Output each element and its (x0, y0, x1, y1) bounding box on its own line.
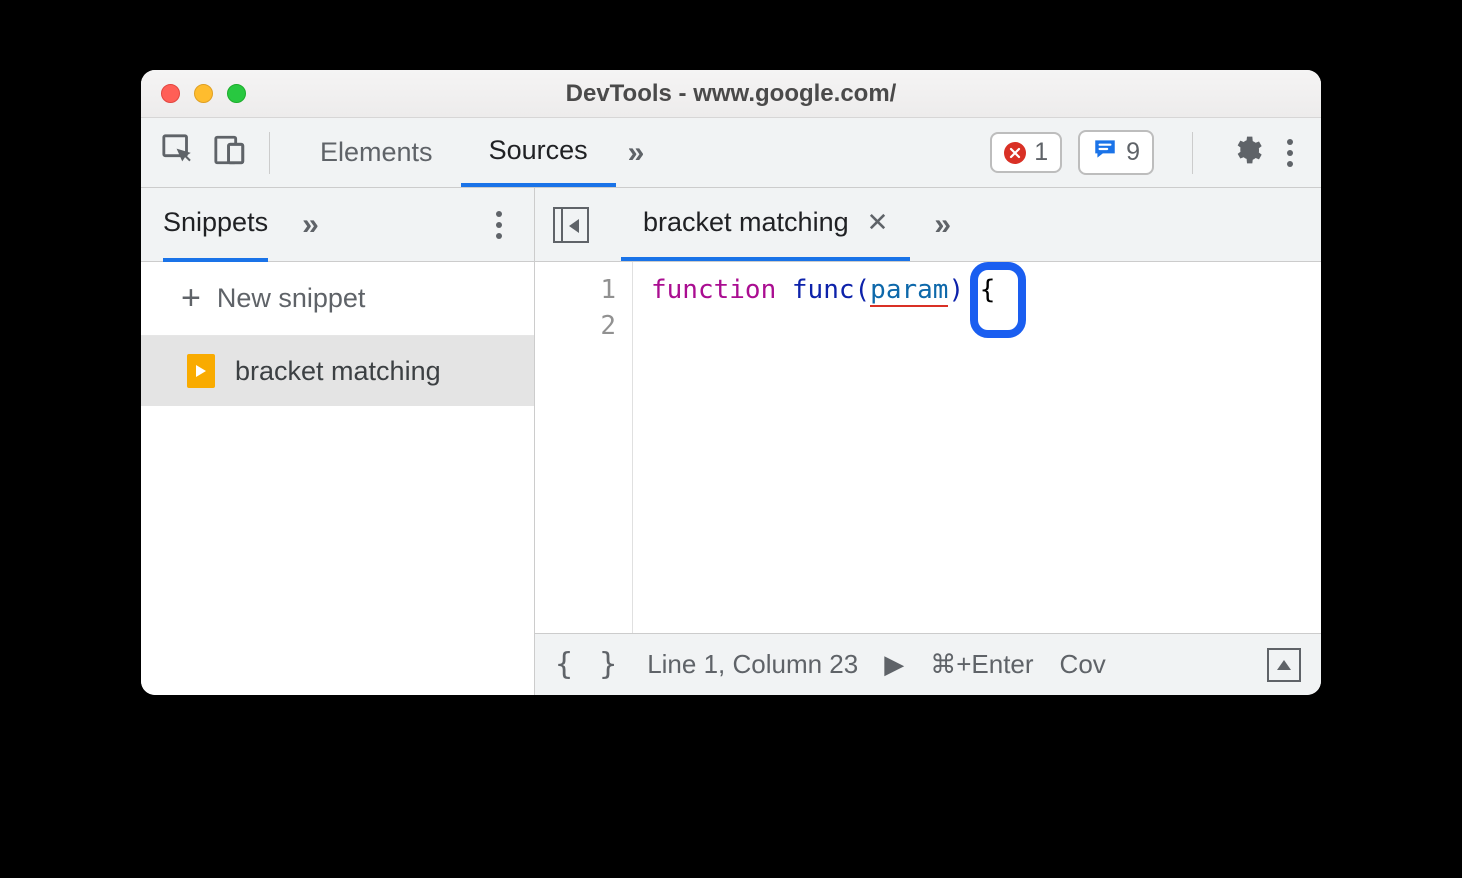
zoom-window-button[interactable] (227, 84, 246, 103)
snippet-item[interactable]: bracket matching (141, 336, 534, 406)
sidebar-kebab-icon[interactable] (488, 211, 510, 239)
tab-snippets[interactable]: Snippets (163, 207, 268, 262)
code-line (651, 308, 995, 344)
editor-statusbar: { } Line 1, Column 23 ▶ ⌘+Enter Cov (535, 633, 1321, 695)
token-paren: ( (855, 275, 871, 305)
token-keyword: function (651, 275, 776, 305)
file-tabs: bracket matching ✕ » (535, 188, 1321, 262)
settings-icon[interactable] (1231, 134, 1263, 171)
messages-badge[interactable]: 9 (1078, 130, 1154, 175)
line-number: 1 (535, 272, 616, 308)
navigator-sidebar: Snippets » + New snippet bracket matchin… (141, 188, 535, 695)
kebab-menu-icon[interactable] (1279, 139, 1301, 167)
divider (269, 132, 270, 174)
line-gutter: 1 2 (535, 262, 633, 633)
pretty-print-icon[interactable]: { } (555, 647, 621, 682)
errors-count: 1 (1034, 138, 1048, 167)
titlebar: DevTools - www.google.com/ (141, 70, 1321, 118)
more-sidebar-tabs-icon[interactable]: » (290, 208, 331, 242)
divider (1192, 132, 1193, 174)
run-shortcut-label: ⌘+Enter (930, 649, 1033, 680)
window-title: DevTools - www.google.com/ (157, 80, 1305, 108)
new-snippet-label: New snippet (217, 283, 366, 314)
coverage-label[interactable]: Cov (1060, 649, 1106, 680)
more-tabs-icon[interactable]: » (616, 136, 657, 170)
code-editor[interactable]: 1 2 function func(param) { (535, 262, 1321, 633)
token-paren: ) (948, 275, 964, 305)
file-tab-active[interactable]: bracket matching ✕ (621, 188, 910, 261)
more-file-tabs-icon[interactable]: » (922, 208, 963, 242)
cursor-position: Line 1, Column 23 (647, 649, 858, 680)
file-tab-label: bracket matching (643, 207, 849, 238)
error-icon (1004, 142, 1026, 164)
sidebar-tabs: Snippets » (141, 188, 534, 262)
token-param: param (870, 275, 948, 307)
traffic-lights (161, 84, 246, 103)
expand-drawer-icon[interactable] (1267, 648, 1301, 682)
code-content[interactable]: function func(param) { (633, 262, 1013, 633)
message-icon (1092, 136, 1118, 169)
plus-icon: + (181, 279, 201, 318)
show-navigator-icon[interactable] (553, 207, 589, 243)
token-function-name: func (792, 275, 855, 305)
minimize-window-button[interactable] (194, 84, 213, 103)
code-line: function func(param) { (651, 272, 995, 308)
inspect-element-icon[interactable] (161, 133, 195, 172)
close-tab-icon[interactable]: ✕ (867, 207, 889, 238)
tab-elements[interactable]: Elements (292, 118, 461, 187)
line-number: 2 (535, 308, 616, 344)
run-snippet-icon[interactable]: ▶ (884, 649, 904, 680)
main-toolbar: Elements Sources » 1 9 (141, 118, 1321, 188)
errors-badge[interactable]: 1 (990, 132, 1062, 173)
token-brace: { (980, 275, 996, 305)
new-snippet-button[interactable]: + New snippet (141, 262, 534, 336)
main-area: Snippets » + New snippet bracket matchin… (141, 188, 1321, 695)
panel-tabs: Elements Sources » (292, 118, 656, 187)
highlighted-brace: { (980, 272, 996, 308)
snippet-file-icon (187, 354, 215, 388)
close-window-button[interactable] (161, 84, 180, 103)
tab-sources[interactable]: Sources (461, 118, 616, 187)
messages-count: 9 (1126, 138, 1140, 167)
devtools-window: DevTools - www.google.com/ Elements Sour… (141, 70, 1321, 695)
editor-pane: bracket matching ✕ » 1 2 function func(p… (535, 188, 1321, 695)
snippet-item-label: bracket matching (235, 356, 441, 387)
toggle-device-icon[interactable] (213, 133, 247, 172)
